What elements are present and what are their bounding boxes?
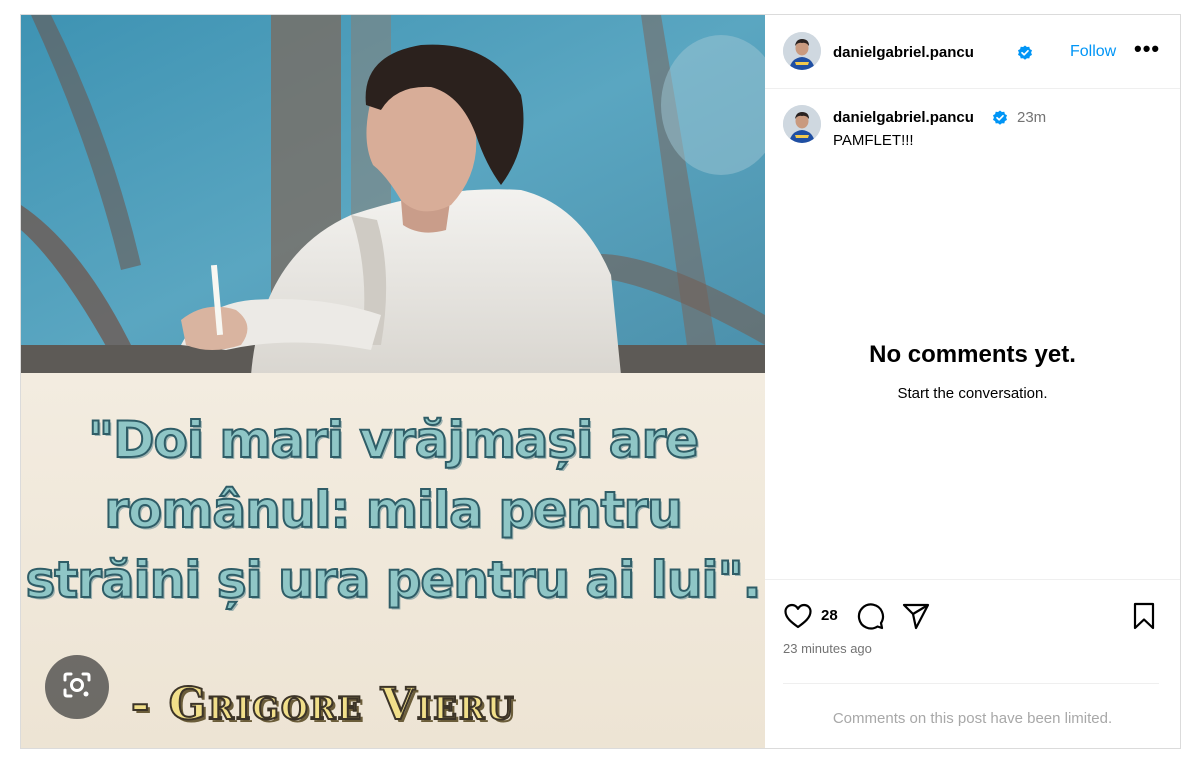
post-actions: 28 23 minutes ago Comments on this post … [765,579,1180,748]
quote-text: "Doi mari vrăjmași are românul: mila pen… [21,405,765,615]
post-header: danielgabriel.pancu Follow ••• [765,15,1180,89]
no-comments-title: No comments yet. [869,341,1076,368]
post-image[interactable]: "Doi mari vrăjmași are românul: mila pen… [21,15,765,748]
caption-text: PAMFLET!!! [833,132,914,149]
no-comments-subtitle: Start the conversation. [897,385,1048,402]
photo-man-writing [21,15,765,375]
quote-line: "Doi mari vrăjmași are [87,410,700,470]
quote-author: - Grigore Vieru [130,678,516,731]
google-lens-icon [60,668,94,707]
post-timestamp[interactable]: 23 minutes ago [783,641,872,656]
quote-line: românul: mila pentru [103,480,684,540]
more-options-button[interactable]: ••• [1134,38,1160,60]
google-lens-button[interactable] [45,655,109,719]
divider [783,683,1159,684]
quote-panel: "Doi mari vrăjmași are românul: mila pen… [21,373,765,748]
comment-icon[interactable] [855,601,885,636]
caption-username[interactable]: danielgabriel.pancu [833,109,974,126]
caption-time[interactable]: 23m [1017,109,1046,126]
quote-line: străini și ura pentru ai lui". [24,550,762,610]
follow-button[interactable]: Follow [1070,43,1116,61]
comments-limited-notice: Comments on this post have been limited. [832,710,1113,727]
post-modal: "Doi mari vrăjmași are românul: mila pen… [20,14,1181,749]
verified-badge-icon [992,110,1008,126]
post-side-panel: danielgabriel.pancu Follow ••• danielgab… [765,15,1180,748]
header-username[interactable]: danielgabriel.pancu [833,44,974,61]
avatar[interactable] [783,32,821,70]
heart-icon[interactable] [783,602,813,635]
like-count[interactable]: 28 [821,607,838,624]
caption-avatar[interactable] [783,105,821,143]
share-icon[interactable] [901,602,931,635]
verified-badge-icon [1017,45,1033,61]
bookmark-icon[interactable] [1131,601,1157,636]
